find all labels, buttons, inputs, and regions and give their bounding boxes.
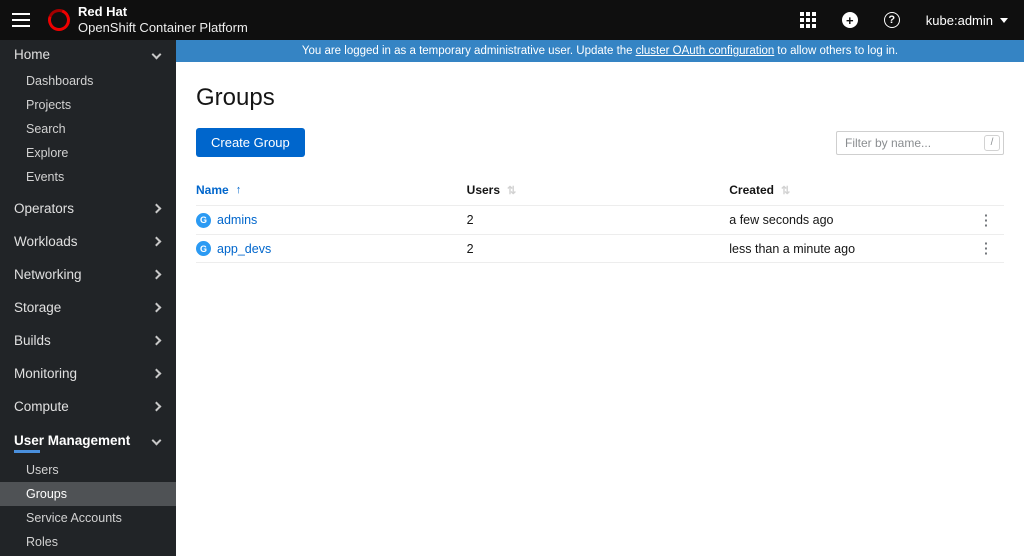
- sidebar-section-networking[interactable]: Networking: [0, 258, 176, 291]
- filter-by-name-input[interactable]: [836, 130, 1004, 155]
- kebab-menu-icon[interactable]: ⋮: [979, 213, 994, 228]
- chevron-down-icon: [151, 435, 162, 446]
- add-icon[interactable]: +: [841, 12, 858, 28]
- sidebar-item-events[interactable]: Events: [0, 165, 176, 189]
- app-launcher-icon[interactable]: [799, 12, 816, 28]
- chevron-right-icon: [151, 368, 162, 379]
- toolbar: Create Group /: [196, 128, 1004, 157]
- column-header-users[interactable]: Users ⇅: [467, 183, 730, 197]
- brand-name: Red Hat: [78, 4, 128, 20]
- groups-table: Name ↑ Users ⇅ Created ⇅ G admins 2 a fe…: [196, 183, 1004, 263]
- chevron-right-icon: [151, 236, 162, 247]
- help-icon[interactable]: ?: [883, 12, 900, 28]
- chevron-right-icon: [151, 203, 162, 214]
- chevron-right-icon: [151, 269, 162, 280]
- sidebar: Home Dashboards Projects Search Explore …: [0, 40, 176, 556]
- sort-icon: ⇅: [780, 184, 791, 197]
- sidebar-item-roles[interactable]: Roles: [0, 530, 176, 554]
- column-header-name[interactable]: Name ↑: [196, 183, 467, 197]
- create-group-button[interactable]: Create Group: [196, 128, 305, 157]
- created-timestamp: a few seconds ago: [729, 213, 834, 227]
- users-count: 2: [466, 213, 474, 227]
- masthead: Red Hat OpenShift Container Platform + ?…: [0, 0, 1024, 40]
- nav-toggle-button[interactable]: [0, 0, 42, 40]
- cluster-oauth-configuration-link[interactable]: cluster OAuth configuration: [636, 45, 775, 57]
- username: kube:admin: [925, 12, 993, 28]
- sidebar-section-user-management[interactable]: User Management: [0, 426, 176, 450]
- users-count: 2: [466, 241, 474, 256]
- group-link-admins[interactable]: admins: [217, 213, 257, 227]
- chevron-right-icon: [151, 335, 162, 346]
- sidebar-section-home[interactable]: Home: [0, 40, 176, 69]
- sidebar-item-groups[interactable]: Groups: [0, 482, 176, 506]
- sidebar-section-monitoring[interactable]: Monitoring: [0, 357, 176, 390]
- column-header-created[interactable]: Created ⇅: [729, 183, 968, 197]
- sidebar-item-search[interactable]: Search: [0, 117, 176, 141]
- brand[interactable]: Red Hat OpenShift Container Platform: [44, 4, 248, 35]
- page-title: Groups: [196, 84, 275, 111]
- sidebar-section-workloads[interactable]: Workloads: [0, 225, 176, 258]
- user-menu[interactable]: kube:admin: [926, 13, 1008, 28]
- sidebar-section-builds[interactable]: Builds: [0, 324, 176, 357]
- sidebar-item-projects[interactable]: Projects: [0, 93, 176, 117]
- group-resource-icon: G: [196, 241, 211, 256]
- table-row: G admins 2 a few seconds ago ⋮: [196, 205, 1004, 234]
- sort-icon: ⇅: [507, 184, 517, 197]
- redhat-logo-icon: [44, 5, 74, 35]
- chevron-right-icon: [151, 401, 162, 412]
- sidebar-section-compute[interactable]: Compute: [0, 390, 176, 423]
- sidebar-section-operators[interactable]: Operators: [0, 192, 176, 225]
- kebab-menu-icon[interactable]: ⋮: [979, 241, 994, 256]
- sidebar-item-explore[interactable]: Explore: [0, 141, 176, 165]
- sidebar-item-users[interactable]: Users: [0, 458, 176, 482]
- table-row: G app_devs 2 less than a minute ago ⋮: [196, 234, 1004, 263]
- chevron-down-icon: [151, 49, 162, 60]
- sidebar-item-dashboards[interactable]: Dashboards: [0, 69, 176, 93]
- sidebar-section-storage[interactable]: Storage: [0, 291, 176, 324]
- chevron-right-icon: [151, 302, 162, 313]
- keyboard-shortcut-badge: /: [984, 134, 1000, 151]
- group-link-app-devs[interactable]: app_devs: [217, 242, 271, 256]
- temporary-admin-banner: You are logged in as a temporary adminis…: [176, 40, 1024, 62]
- current-section-indicator: [14, 450, 40, 453]
- group-resource-icon: G: [196, 212, 211, 228]
- created-timestamp: less than a minute ago: [729, 241, 856, 256]
- sort-ascending-icon: ↑: [235, 184, 242, 196]
- caret-down-icon: [1000, 17, 1008, 23]
- brand-product: OpenShift Container Platform: [78, 20, 248, 35]
- sidebar-item-service-accounts[interactable]: Service Accounts: [0, 506, 176, 530]
